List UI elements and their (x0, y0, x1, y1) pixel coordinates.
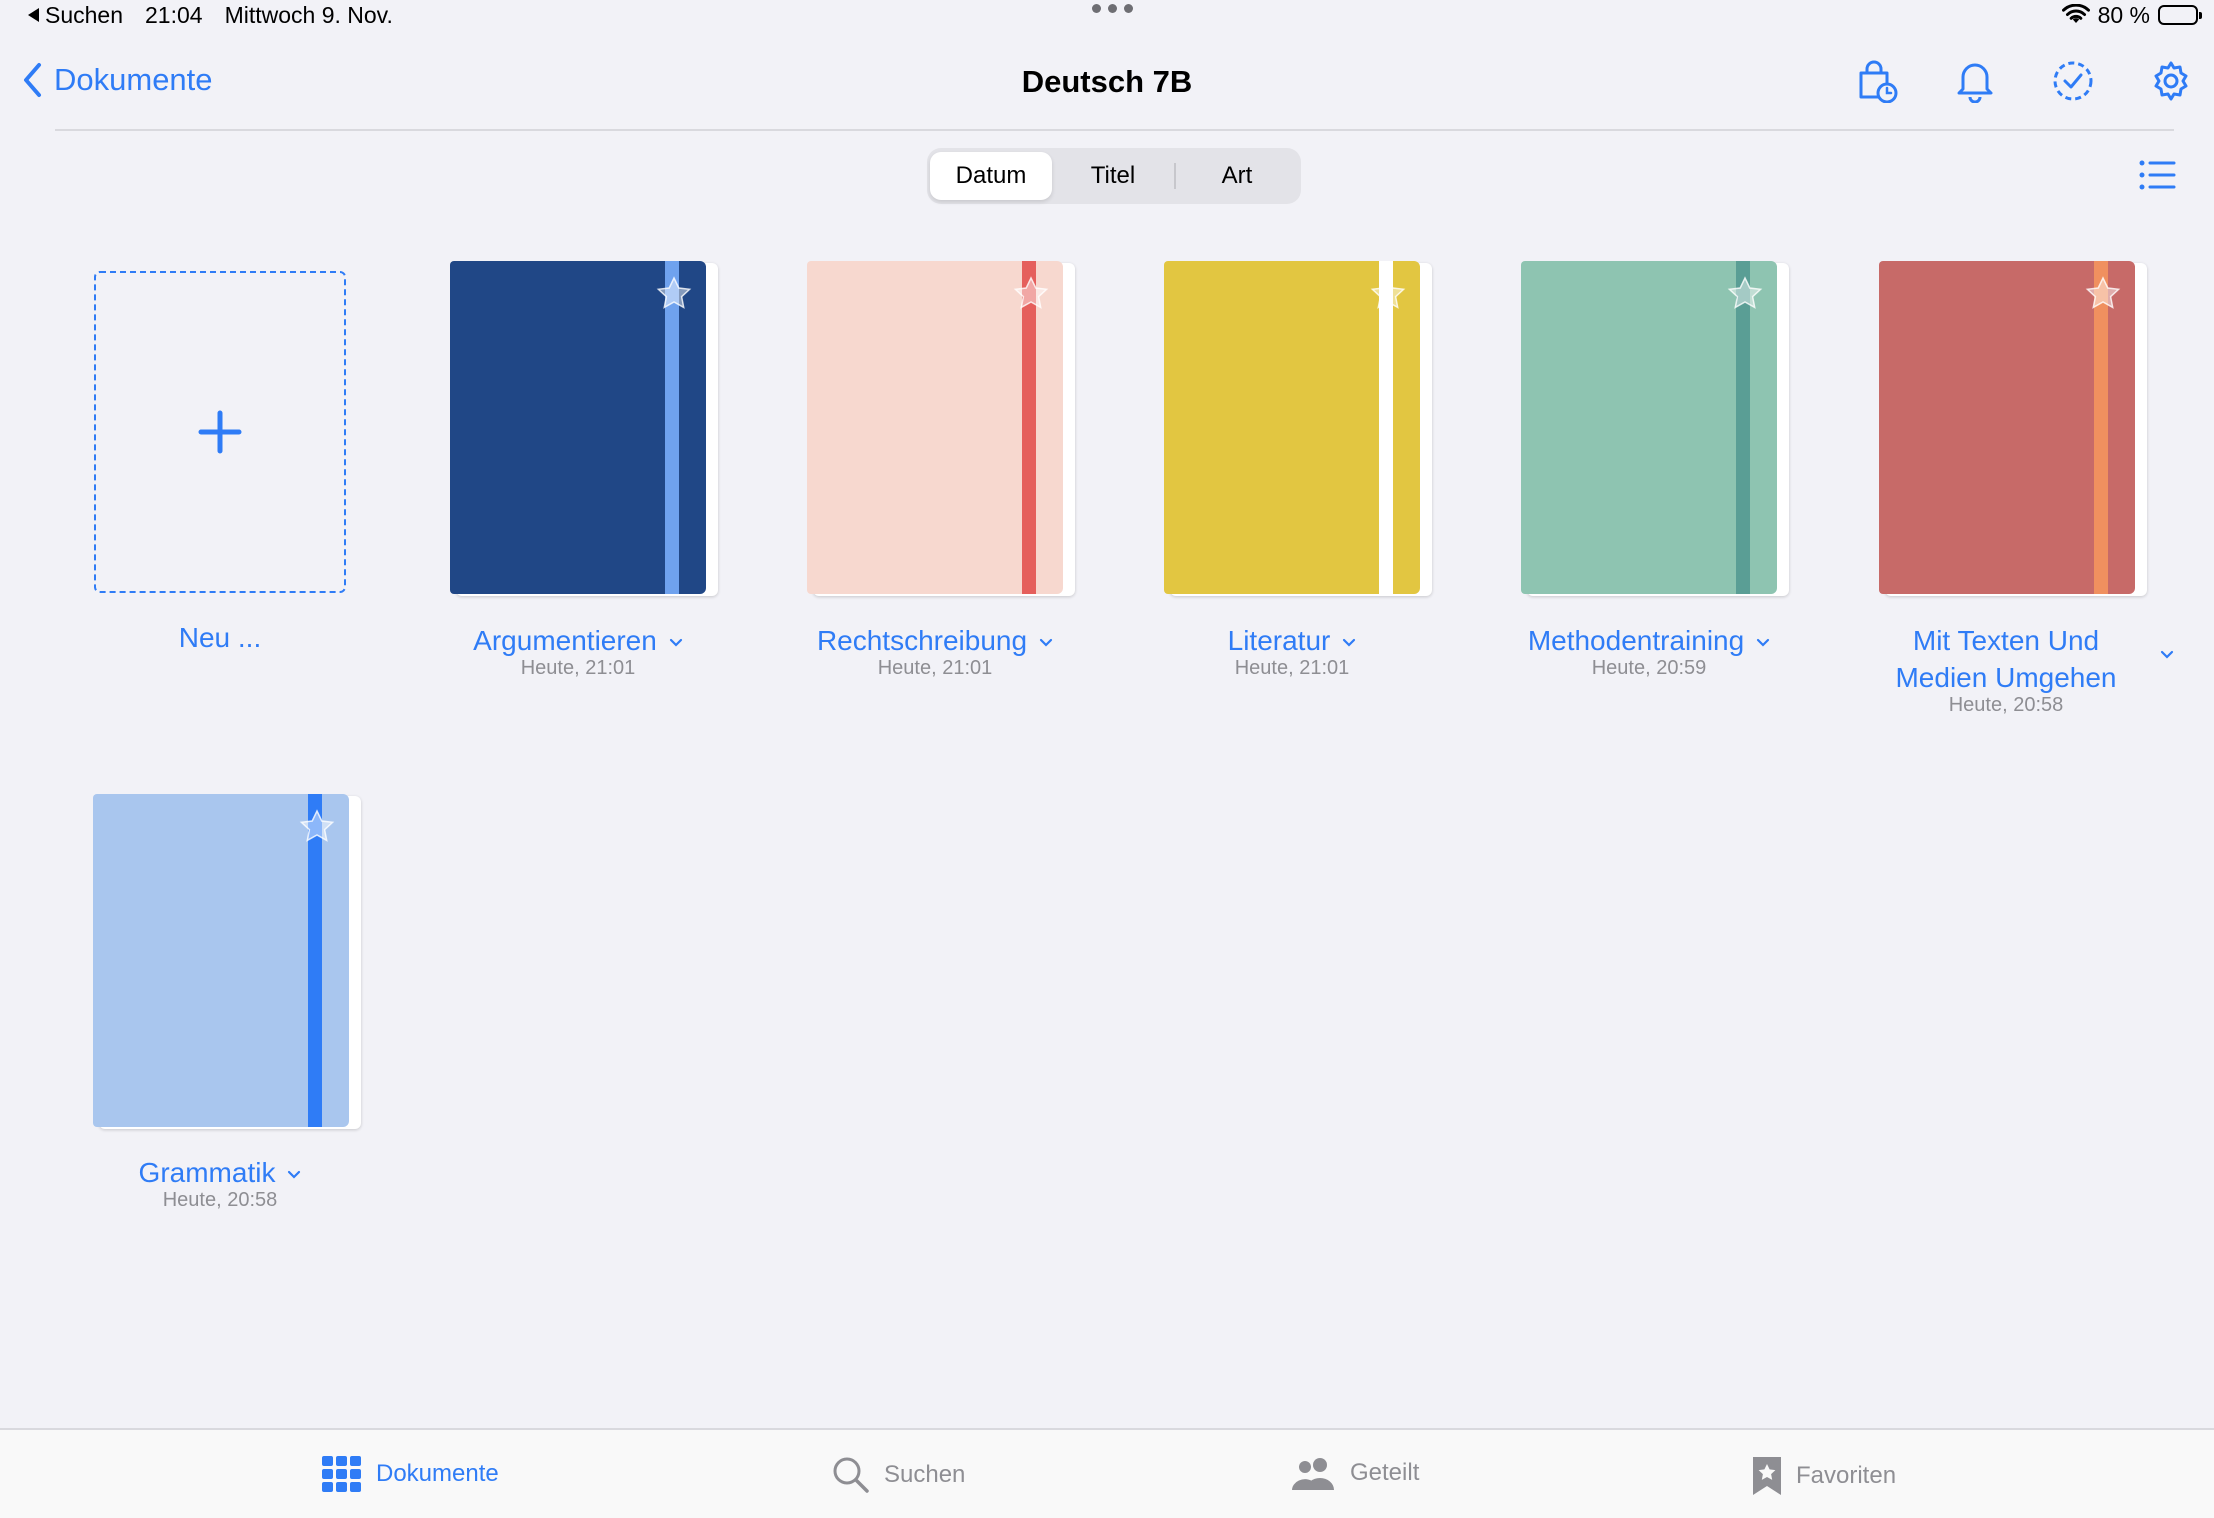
favorite-star-icon[interactable] (298, 808, 336, 846)
search-icon (833, 1457, 869, 1493)
chevron-down-icon[interactable] (1756, 638, 1770, 648)
notebook-rechtschreibung[interactable] (807, 261, 1075, 596)
tab-label: Suchen (884, 1461, 966, 1488)
chevron-down-icon[interactable] (287, 1170, 301, 1180)
multitasking-dots[interactable] (1092, 4, 1133, 13)
nav-divider (55, 129, 2174, 131)
back-app-label: Suchen (45, 1, 124, 28)
gear-icon (2154, 61, 2188, 101)
back-to-app[interactable]: Suchen (28, 2, 123, 29)
tab-geteilt[interactable]: Geteilt (1292, 1456, 1419, 1490)
notebook-date: Heute, 21:01 (877, 657, 993, 679)
status-date: Mittwoch 9. Nov. (224, 1, 393, 28)
favorite-star-icon[interactable] (1012, 275, 1050, 313)
tab-bar: Dokumente Suchen Geteilt Favoriten (0, 1428, 2214, 1518)
back-triangle-icon (28, 8, 39, 22)
chevron-down-icon[interactable] (1039, 638, 1053, 648)
schedule-bag-button[interactable] (1854, 58, 1900, 104)
sort-by-title[interactable]: Titel (1052, 152, 1174, 200)
dashed-check-circle-icon (2053, 61, 2093, 101)
status-bar: Suchen 21:04 Mittwoch 9. Nov. 80 % (0, 0, 2214, 34)
notebook-methodentraining[interactable] (1521, 261, 1789, 596)
notebook-title[interactable]: Mit Texten Und Medien Umgehen (1836, 622, 2176, 696)
favorite-star-icon[interactable] (1369, 275, 1407, 313)
battery-percent: 80 % (2097, 1, 2150, 28)
favorite-star-icon[interactable] (1726, 275, 1764, 313)
notebook-title[interactable]: Rechtschreibung (765, 622, 1105, 659)
favorite-star-icon[interactable] (655, 275, 693, 313)
tab-favoriten[interactable]: Favoriten (1752, 1456, 1896, 1496)
notebook-title[interactable]: Grammatik (50, 1154, 390, 1191)
notebook-argumentieren[interactable] (450, 261, 718, 596)
notebook-date: Heute, 21:01 (1234, 657, 1350, 679)
notifications-button[interactable] (1952, 58, 1998, 104)
favorite-star-icon[interactable] (2084, 275, 2122, 313)
list-icon (2139, 160, 2176, 190)
sort-by-date[interactable]: Datum (930, 152, 1052, 200)
chevron-down-icon[interactable] (669, 638, 683, 648)
notebook-date: Heute, 20:58 (1948, 694, 2064, 716)
settings-button[interactable] (2148, 58, 2194, 104)
list-view-toggle[interactable] (2138, 158, 2178, 192)
people-icon (1292, 1458, 1334, 1490)
tab-label: Geteilt (1350, 1459, 1420, 1486)
status-time: 21:04 (145, 1, 203, 28)
tab-dokumente[interactable]: Dokumente (322, 1456, 499, 1492)
bell-icon (1957, 63, 1993, 103)
wifi-icon (2061, 4, 2090, 23)
notebook-grammatik[interactable] (93, 794, 361, 1129)
notebook-date: Heute, 21:01 (520, 657, 636, 679)
chevron-down-icon[interactable] (1342, 638, 1356, 648)
sort-by-type[interactable]: Art (1176, 152, 1298, 200)
bag-clock-icon (1859, 60, 1898, 103)
tab-label: Favoriten (1796, 1462, 1897, 1489)
nav-actions (1854, 58, 2194, 104)
notebook-date: Heute, 20:59 (1591, 657, 1707, 679)
tab-label: Dokumente (376, 1460, 499, 1487)
notebook-mit-texten-und-medien-umgehen[interactable] (1879, 261, 2147, 596)
select-button[interactable] (2050, 58, 2096, 104)
new-document-label[interactable]: Neu ... (94, 622, 346, 654)
sort-segmented-control: Datum Titel Art (927, 148, 1301, 204)
tab-suchen[interactable]: Suchen (832, 1456, 965, 1494)
battery-icon (2158, 5, 2202, 25)
notebook-date: Heute, 20:58 (162, 1189, 278, 1211)
new-document-button[interactable] (94, 271, 346, 593)
notebook-title[interactable]: Literatur (1122, 622, 1462, 659)
notebook-title[interactable]: Methodentraining (1479, 622, 1819, 659)
bookmark-star-icon (1753, 1457, 1781, 1495)
plus-icon (198, 410, 242, 454)
notebook-literatur[interactable] (1164, 261, 1432, 596)
chevron-down-icon[interactable] (2160, 650, 2174, 660)
grid-icon (322, 1456, 361, 1492)
notebook-title[interactable]: Argumentieren (408, 622, 748, 659)
